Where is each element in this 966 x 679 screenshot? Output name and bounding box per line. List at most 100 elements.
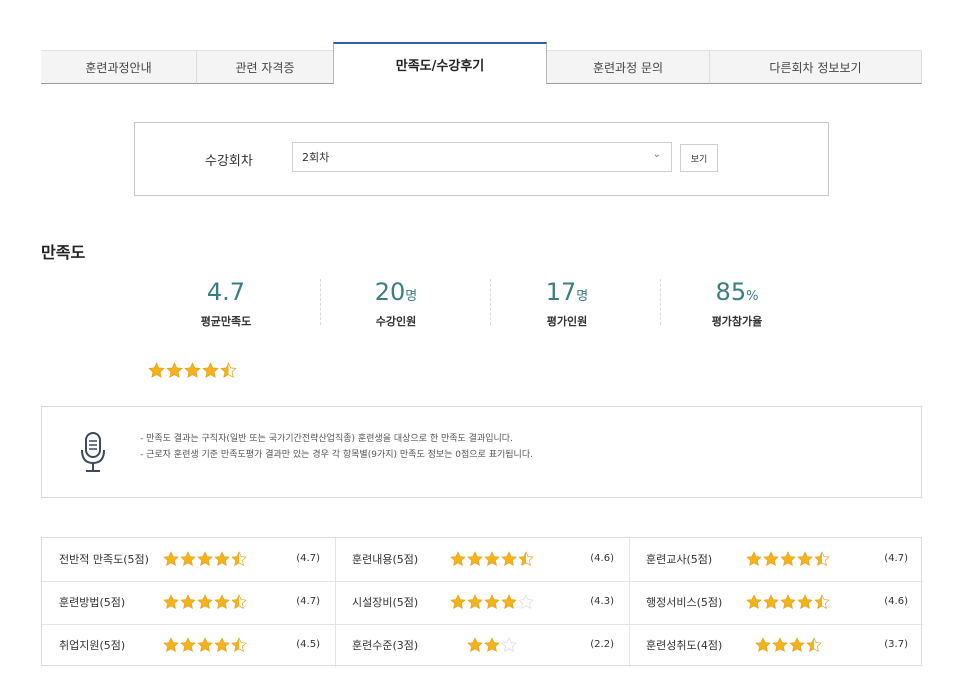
rating-label: 전반적 만족도(5점) xyxy=(59,552,149,566)
tab-course-inquiry[interactable]: 훈련과정 문의 xyxy=(547,50,710,84)
rating-label: 훈련방법(5점) xyxy=(59,595,126,609)
rating-label: 행정서비스(5점) xyxy=(646,595,723,609)
star-full-icon xyxy=(214,550,230,567)
star-full-icon xyxy=(180,593,196,610)
rating-label: 훈련성취도(4점) xyxy=(646,638,723,652)
rating-value: (2.2) xyxy=(590,639,614,650)
rating-stars xyxy=(746,550,830,567)
rating-label: 훈련교사(5점) xyxy=(646,552,713,566)
star-full-icon xyxy=(484,636,500,653)
notice-line: - 만족도 결과는 구직자(일반 또는 국가기간전략산업직종) 훈련생을 대상으… xyxy=(140,434,513,444)
rating-item: 훈련방법(5점) (4.7) xyxy=(41,580,334,623)
star-full-icon xyxy=(763,593,779,610)
star-full-icon xyxy=(163,550,179,567)
rating-stars xyxy=(450,593,534,610)
tab-course-info[interactable]: 훈련과정안내 xyxy=(41,50,197,84)
microphone-icon xyxy=(80,431,106,477)
star-full-icon xyxy=(166,362,183,379)
star-half-icon xyxy=(805,636,822,653)
star-full-icon xyxy=(197,593,213,610)
session-select[interactable]: 2회차 ⌄ xyxy=(292,142,672,172)
stat-unit: 명 xyxy=(576,289,589,304)
stat-value: 17 xyxy=(545,278,577,306)
star-full-icon xyxy=(771,636,788,653)
star-full-icon xyxy=(780,550,796,567)
star-full-icon xyxy=(163,593,179,610)
star-full-icon xyxy=(754,636,771,653)
star-full-icon xyxy=(797,593,813,610)
star-full-icon xyxy=(184,362,201,379)
rating-value: (4.5) xyxy=(296,639,320,650)
rating-item: 전반적 만족도(5점) (4.7) xyxy=(41,537,334,580)
session-label: 수강회차 xyxy=(205,154,253,169)
stat-average: 4.7 평균만족도 xyxy=(141,278,311,329)
rating-item: 취업지원(5점) (4.5) xyxy=(41,623,334,666)
stat-value: 4.7 xyxy=(206,278,246,306)
rating-item: 시설장비(5점) (4.3) xyxy=(334,580,628,623)
session-selector-box: 수강회차 2회차 ⌄ 보기 xyxy=(134,122,829,196)
rating-item: 훈련수준(3점) (2.2) xyxy=(334,623,628,666)
star-half-icon xyxy=(231,550,247,567)
rating-value: (4.6) xyxy=(590,553,614,564)
star-full-icon xyxy=(467,636,483,653)
rating-label: 시설장비(5점) xyxy=(352,595,419,609)
stat-enrolled: 20명 수강인원 xyxy=(311,278,481,329)
star-full-icon xyxy=(180,550,196,567)
rating-value: (3.7) xyxy=(884,639,908,650)
rating-stars xyxy=(163,593,247,610)
star-full-icon xyxy=(450,550,466,567)
stat-unit: % xyxy=(746,289,759,304)
star-full-icon xyxy=(214,593,230,610)
session-select-value: 2회차 xyxy=(302,151,330,164)
stat-label: 수강인원 xyxy=(375,315,417,328)
star-half-icon xyxy=(814,550,830,567)
star-full-icon xyxy=(746,593,762,610)
rating-value: (4.7) xyxy=(296,596,320,607)
rating-label: 취업지원(5점) xyxy=(59,638,126,652)
rating-label: 훈련내용(5점) xyxy=(352,552,419,566)
star-full-icon xyxy=(467,593,483,610)
tab-other-sessions[interactable]: 다른회차 정보보기 xyxy=(710,50,922,84)
view-button[interactable]: 보기 xyxy=(680,144,718,172)
rating-stars xyxy=(163,636,247,653)
star-full-icon xyxy=(202,362,219,379)
star-full-icon xyxy=(197,550,213,567)
star-full-icon xyxy=(501,550,517,567)
tab-satisfaction-reviews[interactable]: 만족도/수강후기 xyxy=(333,42,547,84)
rating-label: 훈련수준(3점) xyxy=(352,638,419,652)
tab-bar: 훈련과정안내 관련 자격증 만족도/수강후기 훈련과정 문의 다른회차 정보보기 xyxy=(41,42,922,84)
average-star-rating xyxy=(148,362,237,379)
tab-certifications[interactable]: 관련 자격증 xyxy=(197,50,334,84)
stat-evaluators: 17명 평가인원 xyxy=(482,278,652,329)
rating-item: 훈련교사(5점) (4.7) xyxy=(628,537,922,580)
notice-line: - 근로자 훈련생 기준 만족도평가 결과만 있는 경우 각 항목별(9가지) … xyxy=(140,450,533,460)
stat-value: 85 xyxy=(715,278,747,306)
star-full-icon xyxy=(214,636,230,653)
star-full-icon xyxy=(746,550,762,567)
rating-item: 행정서비스(5점) (4.6) xyxy=(628,580,922,623)
stat-value: 20 xyxy=(374,278,406,306)
stat-unit: 명 xyxy=(405,289,418,304)
star-full-icon xyxy=(780,593,796,610)
star-full-icon xyxy=(763,550,779,567)
star-half-icon xyxy=(231,636,247,653)
star-half-icon xyxy=(518,550,534,567)
star-full-icon xyxy=(501,593,517,610)
star-half-icon xyxy=(231,593,247,610)
rating-value: (4.6) xyxy=(884,596,908,607)
star-full-icon xyxy=(797,550,813,567)
rating-stars xyxy=(163,550,247,567)
star-full-icon xyxy=(484,593,500,610)
star-full-icon xyxy=(148,362,165,379)
rating-value: (4.7) xyxy=(296,553,320,564)
star-full-icon xyxy=(467,550,483,567)
star-half-icon xyxy=(220,362,237,379)
rating-stars xyxy=(450,550,534,567)
star-half-icon xyxy=(814,593,830,610)
notice-text: - 만족도 결과는 구직자(일반 또는 국가기간전략산업직종) 훈련생을 대상으… xyxy=(140,431,533,463)
stat-label: 평균만족도 xyxy=(200,315,252,328)
rating-stars xyxy=(467,636,517,653)
notice-box: - 만족도 결과는 구직자(일반 또는 국가기간전략산업직종) 훈련생을 대상으… xyxy=(41,406,922,498)
stat-label: 평가인원 xyxy=(546,315,588,328)
star-empty-icon xyxy=(501,636,517,653)
